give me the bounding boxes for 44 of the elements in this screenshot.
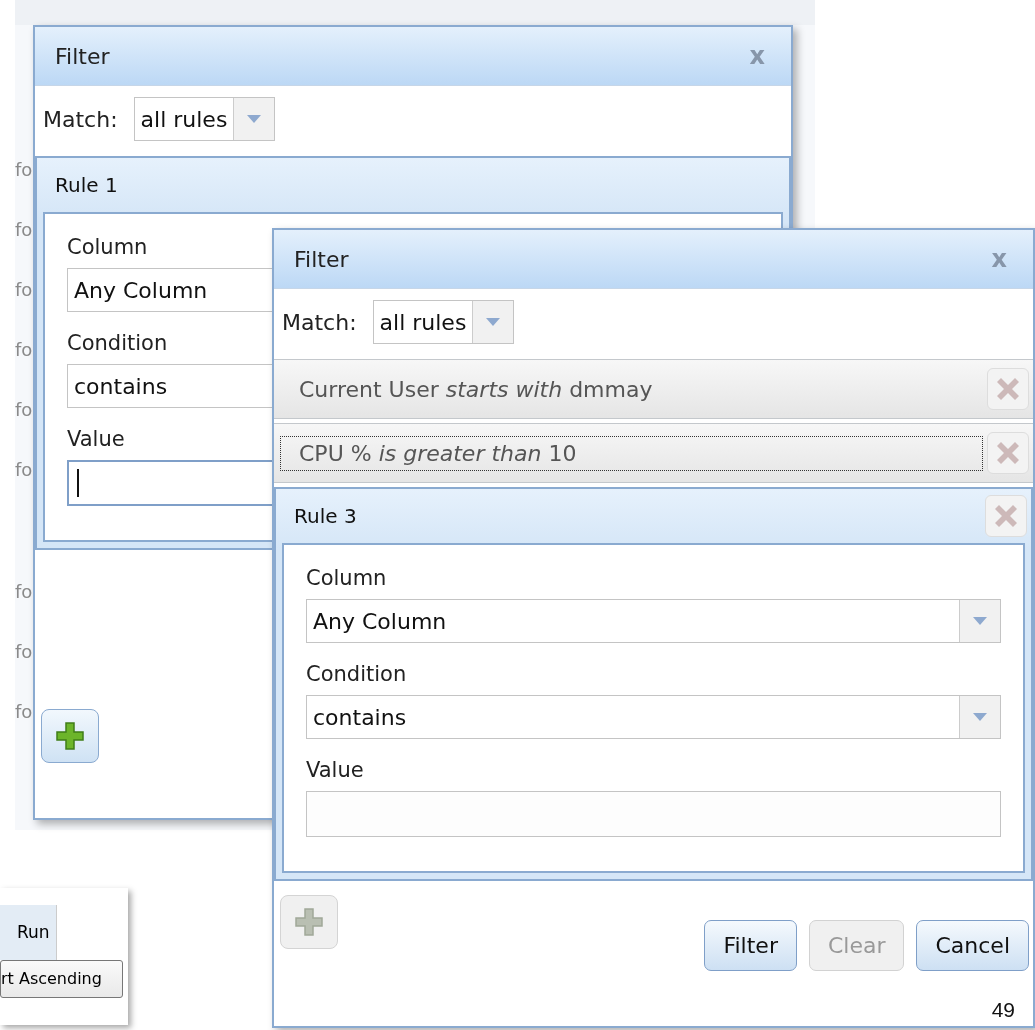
match-label: Match: — [282, 309, 357, 335]
plus-icon — [55, 721, 85, 751]
field-label: Column — [67, 234, 148, 260]
add-rule-button[interactable] — [41, 709, 99, 763]
rule-title: Rule 1 — [55, 173, 118, 197]
field-label: Value — [306, 757, 364, 783]
grid-cell-text: fo — [15, 338, 33, 362]
dropdown-field[interactable]: contains — [306, 695, 1001, 739]
dropdown-arrow-icon — [973, 617, 987, 625]
dialog-button[interactable]: Cancel — [916, 920, 1029, 971]
column-header[interactable]: Run — [0, 905, 57, 960]
plus-icon — [294, 907, 324, 937]
rule-title: Rule 3 — [294, 504, 357, 528]
grid-cell-text: fo — [15, 700, 33, 724]
field-label: Condition — [67, 330, 168, 356]
delete-rule-button[interactable] — [985, 495, 1027, 537]
value-field[interactable] — [306, 791, 1001, 837]
field-label: Column — [306, 565, 387, 591]
dropdown-arrow-icon — [973, 713, 987, 721]
rule-summary: CPU % is greater than 10 — [280, 435, 983, 471]
dialog-button[interactable]: Filter — [704, 920, 797, 971]
grid-cell-text: fo — [15, 580, 33, 604]
grid-cell-text: fo — [15, 158, 33, 182]
field-label: Value — [67, 426, 125, 452]
page-number: 49 — [991, 998, 1015, 1022]
dialog-title: Filter — [294, 246, 349, 272]
rule-summary: Current User starts with dmmay — [298, 375, 654, 404]
delete-rule-button[interactable] — [987, 368, 1029, 410]
match-dropdown[interactable]: all rules — [133, 97, 276, 141]
text-cursor — [77, 469, 79, 497]
match-dropdown[interactable]: all rules — [372, 300, 515, 344]
grid-cell-text: fo — [15, 640, 33, 664]
dropdown-field[interactable]: Any Column — [306, 599, 1001, 643]
dropdown-arrow-icon — [247, 115, 262, 123]
grid-cell-text: fo — [15, 278, 33, 302]
grid-cell-text: fo — [15, 218, 33, 242]
tooltip: rt Ascending — [0, 960, 123, 998]
field-label: Condition — [306, 661, 407, 687]
grid-cell-text: fo — [15, 398, 33, 422]
dropdown-arrow-icon — [486, 318, 501, 326]
grid-cell-text: fo — [15, 458, 33, 482]
match-label: Match: — [43, 106, 118, 132]
delete-rule-button[interactable] — [987, 432, 1029, 474]
dialog-title: Filter — [55, 43, 110, 69]
